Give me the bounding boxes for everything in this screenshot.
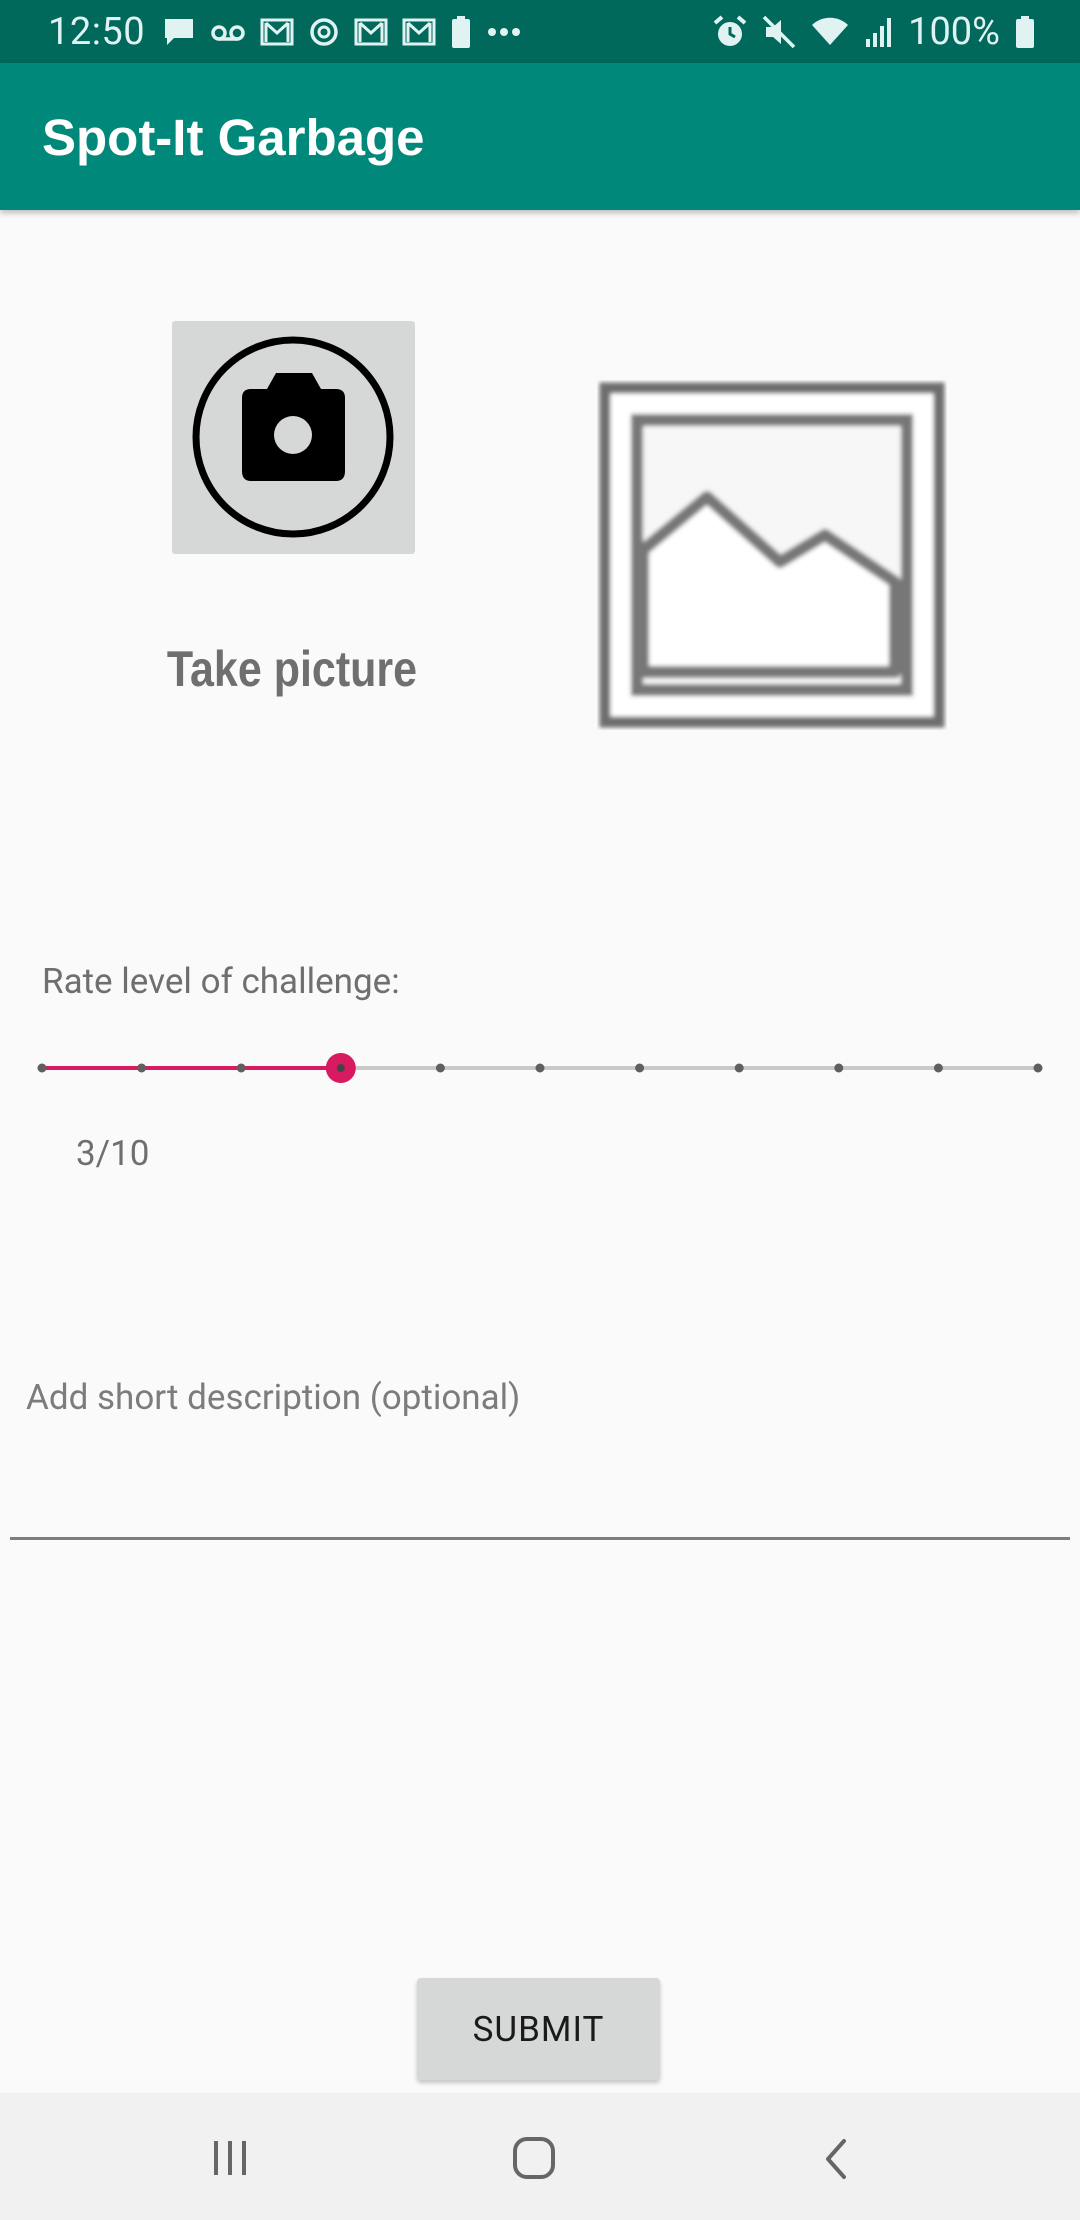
home-icon[interactable] bbox=[510, 2135, 558, 2183]
wifi-icon bbox=[812, 17, 849, 45]
slider-tick bbox=[734, 1063, 744, 1073]
battery-saver-icon bbox=[452, 16, 470, 48]
camera-icon bbox=[192, 336, 394, 538]
gmail-icon bbox=[260, 18, 294, 46]
slider-tick bbox=[236, 1063, 246, 1073]
sync-icon bbox=[310, 18, 338, 46]
gmail-icon bbox=[354, 18, 388, 46]
status-system-icons: 100% bbox=[712, 8, 1036, 56]
slider-tick bbox=[834, 1063, 844, 1073]
description-input[interactable] bbox=[10, 1370, 1070, 1540]
submit-button[interactable]: SUBMIT bbox=[417, 1978, 660, 2080]
slider-tick bbox=[535, 1063, 545, 1073]
signal-icon bbox=[866, 18, 892, 47]
slider-thumb-center bbox=[336, 1064, 345, 1072]
slider-tick bbox=[933, 1063, 943, 1073]
message-icon bbox=[165, 19, 193, 45]
recents-icon[interactable] bbox=[208, 2135, 252, 2179]
rate-challenge-label: Rate level of challenge: bbox=[42, 961, 400, 1002]
slider-tick bbox=[1033, 1063, 1043, 1073]
take-picture-button[interactable] bbox=[172, 321, 415, 554]
challenge-slider[interactable] bbox=[30, 1040, 1050, 1096]
gmail-icon bbox=[402, 18, 436, 46]
slider-tick bbox=[37, 1063, 47, 1073]
image-placeholder-icon bbox=[599, 382, 945, 728]
voicemail-icon bbox=[211, 25, 245, 41]
slider-tick bbox=[137, 1063, 147, 1073]
battery-percent: 100% bbox=[908, 10, 1000, 54]
alarm-icon bbox=[713, 15, 747, 46]
take-picture-label: Take picture bbox=[166, 641, 418, 697]
image-preview bbox=[597, 380, 947, 730]
rating-value: 3/10 bbox=[76, 1133, 150, 1174]
status-time: 12:50 bbox=[48, 10, 146, 54]
mute-icon bbox=[762, 15, 796, 49]
battery-icon bbox=[1016, 16, 1034, 48]
more-dots-icon bbox=[488, 28, 520, 36]
app-title: Spot-It Garbage bbox=[42, 109, 425, 166]
slider-tick bbox=[635, 1063, 645, 1073]
slider-tick bbox=[435, 1063, 445, 1073]
status-notification-icons bbox=[162, 14, 526, 50]
navigation-bar bbox=[0, 2093, 1080, 2220]
back-icon[interactable] bbox=[818, 2135, 854, 2183]
